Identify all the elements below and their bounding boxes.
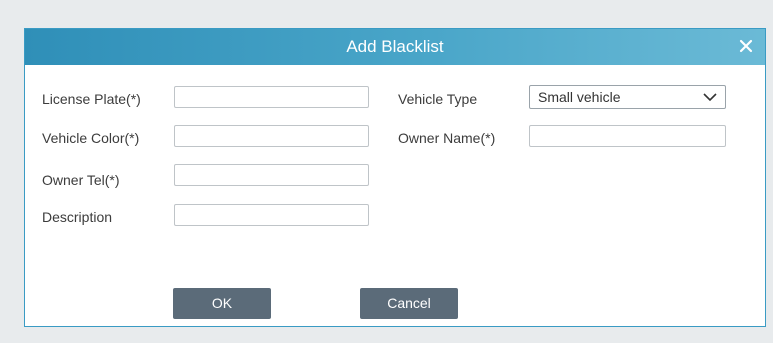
- chevron-down-icon: [703, 93, 717, 102]
- ok-button[interactable]: OK: [173, 288, 271, 319]
- license-plate-input[interactable]: [174, 86, 369, 108]
- license-plate-label: License Plate(*): [42, 91, 141, 107]
- description-label: Description: [42, 209, 113, 225]
- owner-tel-input[interactable]: [174, 164, 369, 186]
- description-input[interactable]: [174, 204, 369, 226]
- dialog-title: Add Blacklist: [346, 37, 444, 56]
- close-icon[interactable]: [737, 37, 755, 55]
- owner-name-input[interactable]: [529, 125, 726, 147]
- owner-tel-label: Owner Tel(*): [42, 172, 120, 188]
- dialog-titlebar: Add Blacklist: [25, 29, 765, 65]
- cancel-button[interactable]: Cancel: [360, 288, 458, 319]
- add-blacklist-dialog: Add Blacklist License Plate(*) Vehicle T…: [24, 28, 766, 327]
- vehicle-color-label: Vehicle Color(*): [42, 130, 140, 146]
- vehicle-type-value: Small vehicle: [538, 89, 621, 105]
- vehicle-type-label: Vehicle Type: [398, 91, 478, 107]
- vehicle-color-input[interactable]: [174, 125, 369, 147]
- owner-name-label: Owner Name(*): [398, 130, 496, 146]
- vehicle-type-select[interactable]: Small vehicle: [529, 85, 726, 109]
